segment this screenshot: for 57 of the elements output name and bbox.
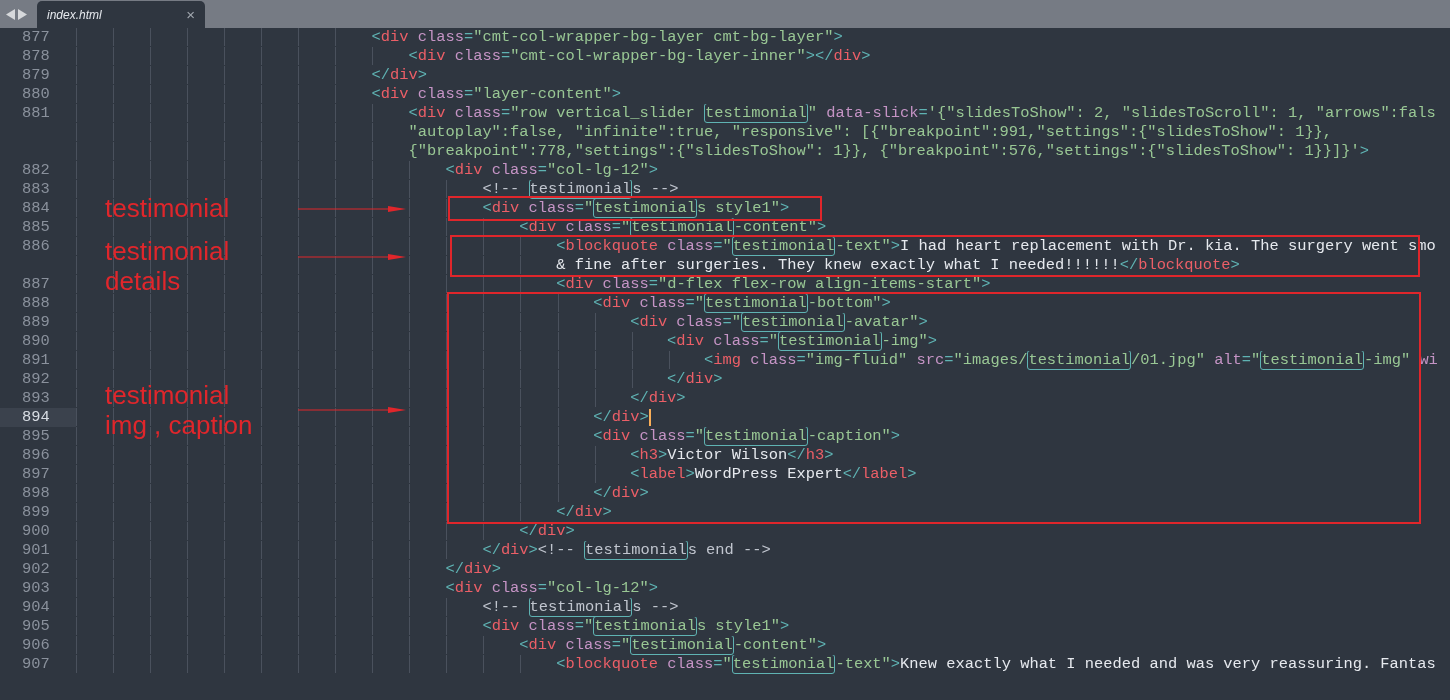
line-number: 877 (21, 28, 51, 47)
code-line: <div class="col-lg-12"> (76, 161, 658, 180)
code-line: <div class="testimonial-avatar"> (76, 313, 928, 332)
line-number: 884 (21, 199, 51, 218)
code-line: <div class="layer-content"> (76, 85, 621, 104)
code-line: <div class="cmt-col-wrapper-bg-layer-inner"></div> (76, 47, 871, 66)
line-number: 888 (21, 294, 51, 313)
code-line: <label>WordPress Expert</label> (76, 465, 917, 484)
close-button[interactable]: × (186, 7, 195, 22)
code-line: <div class="testimonial-img"> (76, 332, 938, 351)
line-number: 892 (21, 370, 51, 389)
code-line: <div class="testimonials style1"> (76, 617, 790, 636)
editor-tab[interactable]: index.html × (37, 1, 205, 28)
code-line: </div> (76, 503, 612, 522)
line-number: 879 (21, 66, 51, 85)
code-line: <div class="col-lg-12"> (76, 579, 658, 598)
line-number: 882 (21, 161, 51, 180)
line-number: 881 (21, 104, 51, 123)
line-number: 905 (21, 617, 51, 636)
code-line: </div> (76, 522, 575, 541)
line-number: 880 (21, 85, 51, 104)
line-number: 902 (21, 560, 51, 579)
code-line: "autoplay":false, "infinite":true, "responsive": [{"breakpoint":991,"settings":{"slidesToShow": 1}}, (76, 123, 1333, 142)
code-line: </div> (76, 484, 649, 503)
line-number: 887 (21, 275, 51, 294)
line-number: 901 (21, 541, 51, 560)
line-number: 903 (21, 579, 51, 598)
code-line: <div class="testimonial-content"> (76, 636, 827, 655)
line-number: 904 (21, 598, 51, 617)
line-number: 899 (21, 503, 51, 522)
line-number: 907 (21, 655, 51, 674)
line-number: 898 (21, 484, 51, 503)
line-number: 895 (21, 427, 51, 446)
tab-title: index.html (47, 6, 102, 24)
code-line: {"breakpoint":778,"settings":{"slidesToShow": 1}}, {"breakpoint":576,"settings":{"slidesToShow": 1}}]}'> (76, 142, 1370, 161)
code-line: <blockquote class="testimonial-text">Knew exactly what I needed and was very reassuring. Fantas (76, 655, 1436, 674)
line-number: 891 (21, 351, 51, 370)
annotation-label: testimonial img , caption (105, 380, 253, 440)
line-number: 885 (21, 218, 51, 237)
code-line: <h3>Victor Wilson</h3> (76, 446, 834, 465)
line-number: 900 (21, 522, 51, 541)
line-number: 886 (21, 237, 51, 256)
code-line: </div> (76, 66, 427, 85)
code-line: <!-- testimonials --> (76, 598, 679, 617)
line-number: 906 (21, 636, 51, 655)
code-line: </div> (76, 560, 501, 579)
code-line: <div class="row vertical_slider testimonial" data-slick='{"slidesToShow": 2, "slidesToScroll": 1, "arrows":fals (76, 104, 1436, 123)
line-number: 890 (21, 332, 51, 351)
line-number: 883 (21, 180, 51, 199)
code-line: <div class="testimonial-bottom"> (76, 294, 891, 313)
line-number: 878 (21, 47, 51, 66)
line-number: 893 (21, 389, 51, 408)
line-number: 896 (21, 446, 51, 465)
code-line: </div><!-- testimonials end --> (76, 541, 771, 560)
line-number: 889 (21, 313, 51, 332)
code-line: <div class="cmt-col-wrapper-bg-layer cmt-bg-layer"> (76, 28, 843, 47)
line-number: 897 (21, 465, 51, 484)
